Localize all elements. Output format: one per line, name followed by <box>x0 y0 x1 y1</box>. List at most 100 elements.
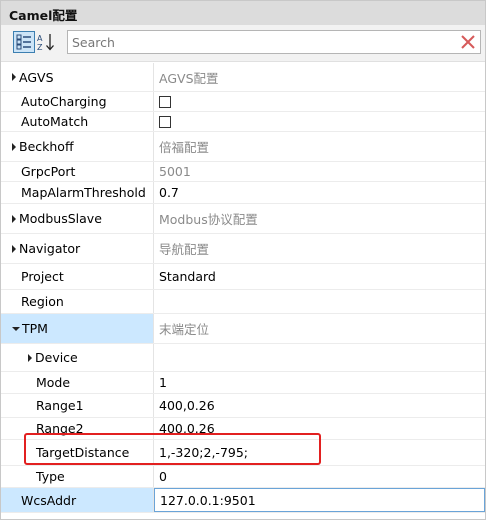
property-name-label: Mode <box>36 375 71 390</box>
property-name-label: Navigator <box>19 241 81 256</box>
property-name-label: TPM <box>22 321 48 336</box>
property-value-text: 400,0.26 <box>159 421 215 436</box>
property-value-cell[interactable]: 127.0.0.1:9501 <box>154 488 485 512</box>
property-row-navigator[interactable]: Navigator 导航配置 <box>1 234 485 264</box>
property-name-cell[interactable]: AutoMatch <box>1 112 153 131</box>
property-name-label: AutoCharging <box>21 94 107 109</box>
property-value-cell[interactable]: 0 <box>154 466 485 487</box>
property-name-label: Range2 <box>36 421 84 436</box>
property-value-text: 127.0.0.1:9501 <box>160 492 256 508</box>
property-value-text: Standard <box>159 269 216 284</box>
property-value-text: 1 <box>159 375 167 390</box>
property-name-label: Project <box>21 269 64 284</box>
property-name-cell[interactable]: Mode <box>1 372 153 393</box>
checkbox[interactable] <box>159 115 171 128</box>
property-value-cell[interactable]: 400,0.26 <box>154 418 485 439</box>
title-bar: Camel配置 <box>1 1 485 25</box>
property-row-autocharging[interactable]: AutoCharging <box>1 92 485 112</box>
property-value-text: 0.7 <box>159 185 179 200</box>
property-name-cell[interactable]: Range1 <box>1 394 153 417</box>
property-name-label: AutoMatch <box>21 114 89 129</box>
property-value-cell[interactable] <box>154 92 485 111</box>
property-row-wcsaddr[interactable]: WcsAddr 127.0.0.1:9501 <box>1 488 485 513</box>
property-name-cell[interactable]: GrpcPort <box>1 162 153 181</box>
clear-search-icon[interactable] <box>459 33 477 51</box>
property-value-cell[interactable] <box>154 290 485 313</box>
property-name-cell[interactable]: Project <box>1 264 153 289</box>
property-name-cell[interactable]: Region <box>1 290 153 313</box>
property-name-label: MapAlarmThreshold <box>21 185 146 200</box>
property-value-text: 末端定位 <box>159 322 210 337</box>
property-name-cell[interactable]: WcsAddr <box>1 488 153 512</box>
property-value-cell[interactable] <box>154 112 485 131</box>
expand-arrow-right-icon[interactable] <box>12 73 16 81</box>
property-value-text: AGVS配置 <box>159 70 219 86</box>
property-name-cell[interactable]: MapAlarmThreshold <box>1 182 153 203</box>
svg-text:Z: Z <box>37 43 43 52</box>
property-value-cell[interactable]: 导航配置 <box>154 234 485 263</box>
sort-az-icon: A Z <box>37 34 54 52</box>
property-row-mapalarmthreshold[interactable]: MapAlarmThreshold 0.7 <box>1 182 485 204</box>
property-name-label: Beckhoff <box>19 139 74 154</box>
property-name-label: TargetDistance <box>36 445 130 460</box>
property-row-region[interactable]: Region <box>1 290 485 314</box>
property-value-cell[interactable]: 5001 <box>154 162 485 181</box>
property-value-text: 1,-320;2,-795; <box>159 445 249 460</box>
search-input[interactable] <box>68 31 452 53</box>
expand-arrow-right-icon[interactable] <box>12 244 16 253</box>
expand-arrow-right-icon[interactable] <box>12 142 16 151</box>
property-value-text: 0 <box>159 469 167 484</box>
property-value-cell[interactable]: 1,-320;2,-795; <box>154 440 485 465</box>
property-name-cell[interactable]: Navigator <box>1 234 153 263</box>
property-value-cell[interactable]: 倍福配置 <box>154 132 485 161</box>
property-name-label: Device <box>35 350 78 365</box>
categorized-icon <box>16 34 31 50</box>
property-value-cell[interactable]: Modbus协议配置 <box>154 204 485 233</box>
property-grid-window: Camel配置 A Z Search AGVS AGVS配置 AutoCharg… <box>0 0 486 520</box>
expand-arrow-right-icon[interactable] <box>28 353 32 362</box>
property-name-cell[interactable]: ModbusSlave <box>1 204 153 233</box>
property-name-label: Region <box>21 294 64 309</box>
expand-arrow-right-icon[interactable] <box>12 214 16 223</box>
property-name-cell[interactable]: AutoCharging <box>1 92 153 111</box>
property-row-automatch[interactable]: AutoMatch <box>1 112 485 132</box>
property-name-label: AGVS <box>19 69 54 85</box>
property-name-cell[interactable]: Range2 <box>1 418 153 439</box>
property-value-text: 导航配置 <box>159 242 210 257</box>
property-name-cell[interactable]: Beckhoff <box>1 132 153 161</box>
property-value-cell[interactable]: 1 <box>154 372 485 393</box>
property-row-range2[interactable]: Range2 400,0.26 <box>1 418 485 440</box>
property-value-text: 5001 <box>159 164 191 179</box>
property-row-grpcport[interactable]: GrpcPort 5001 <box>1 162 485 182</box>
property-row-beckhoff[interactable]: Beckhoff 倍福配置 <box>1 132 485 162</box>
property-name-cell[interactable]: Device <box>1 344 153 371</box>
alphabetical-sort-button[interactable]: A Z <box>36 31 58 53</box>
property-name-cell[interactable]: AGVS <box>1 63 153 91</box>
property-name-cell[interactable]: Type <box>1 466 153 487</box>
property-value-cell[interactable]: AGVS配置 <box>154 63 485 91</box>
property-value-cell[interactable]: 末端定位 <box>154 314 485 343</box>
svg-text:A: A <box>37 34 43 43</box>
property-row-type[interactable]: Type 0 <box>1 466 485 488</box>
property-row-targetdistance[interactable]: TargetDistance 1,-320;2,-795; <box>1 440 485 466</box>
property-name-label: GrpcPort <box>21 164 76 179</box>
property-name-cell[interactable]: TPM <box>1 314 153 343</box>
categorized-view-button[interactable] <box>13 31 35 53</box>
property-value-cell[interactable]: 0.7 <box>154 182 485 203</box>
property-name-label: Type <box>36 469 65 484</box>
property-row-device[interactable]: Device <box>1 344 485 372</box>
property-row-modbusslave[interactable]: ModbusSlave Modbus协议配置 <box>1 204 485 234</box>
property-value-cell[interactable]: Standard <box>154 264 485 289</box>
property-row-project[interactable]: Project Standard <box>1 264 485 290</box>
property-value-cell[interactable]: 400,0.26 <box>154 394 485 417</box>
property-row-mode[interactable]: Mode 1 <box>1 372 485 394</box>
property-row-agvs[interactable]: AGVS AGVS配置 <box>1 63 485 92</box>
property-value-cell[interactable] <box>154 344 485 371</box>
property-row-tpm[interactable]: TPM 末端定位 <box>1 314 485 344</box>
property-name-label: WcsAddr <box>21 492 77 508</box>
expand-arrow-down-icon[interactable] <box>12 326 20 331</box>
property-row-range1[interactable]: Range1 400,0.26 <box>1 394 485 418</box>
checkbox[interactable] <box>159 95 171 108</box>
property-name-cell[interactable]: TargetDistance <box>1 440 153 465</box>
property-value-text: 400,0.26 <box>159 398 215 413</box>
